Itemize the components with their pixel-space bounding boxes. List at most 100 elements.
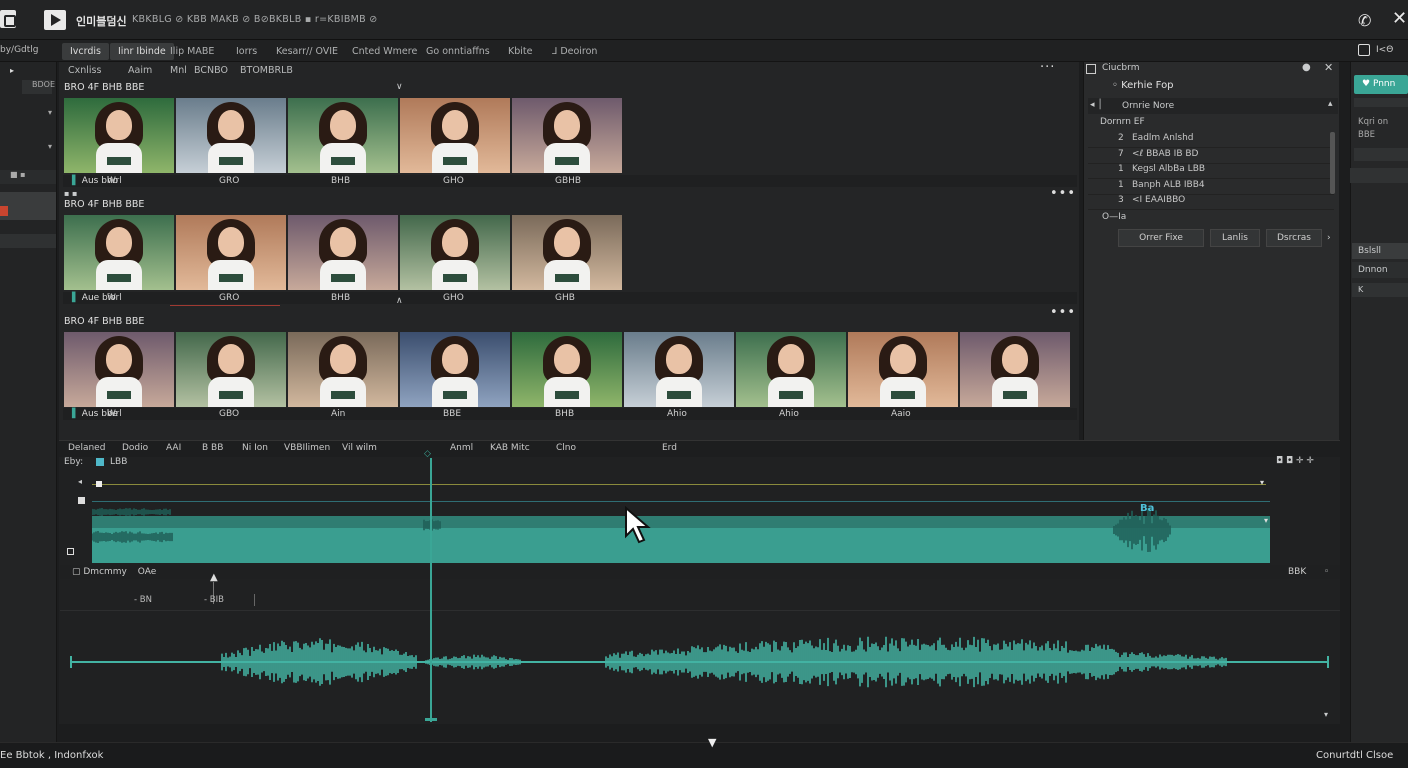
track-arrow-icon[interactable]: ◂ — [78, 477, 82, 486]
sidebar-dropdown[interactable]: BDOE — [22, 80, 55, 94]
tab-4[interactable]: Kesarr// OVIE — [268, 43, 346, 60]
chevron-left-icon[interactable]: ◂ │ — [1090, 100, 1103, 110]
video-thumbnail[interactable] — [288, 98, 398, 173]
thumbnail-caption: GHO — [443, 293, 464, 303]
chevron-down-icon[interactable]: ▾ — [0, 142, 56, 156]
track-square-icon[interactable] — [78, 497, 85, 504]
tab-6[interactable]: Go onntiaffns — [418, 43, 498, 60]
video-thumbnail[interactable] — [64, 332, 174, 407]
video-thumbnail[interactable] — [176, 215, 286, 290]
video-thumbnail[interactable] — [176, 98, 286, 173]
subtab-4[interactable]: BTOMBRLB — [240, 65, 293, 76]
zoom-icon[interactable]: ◦ — [1324, 567, 1329, 577]
settings-icon[interactable]: ● — [1302, 62, 1311, 73]
strip-label: BRO 4F BHB BBE — [64, 199, 145, 210]
labels-button[interactable]: Lanlis — [1210, 229, 1260, 247]
video-thumbnail[interactable] — [288, 332, 398, 407]
close-icon[interactable]: ✕ — [1392, 8, 1407, 29]
tab-0[interactable]: Ivcrdis — [62, 43, 110, 60]
timeline-tool-2[interactable]: AAI — [166, 443, 181, 453]
track-color-icon[interactable] — [96, 458, 104, 466]
expand-icon[interactable]: ▸ — [0, 66, 56, 80]
video-thumbnail[interactable] — [512, 215, 622, 290]
sidebar-item[interactable]: ■ ▪ — [0, 170, 56, 184]
video-thumbnail[interactable] — [736, 332, 846, 407]
subtab-2[interactable]: Mnl — [170, 65, 187, 76]
tab-2[interactable]: Ilip MABE — [162, 43, 222, 60]
timeline-tool-10[interactable]: Erd — [662, 443, 677, 453]
zoom-label: BBK — [1288, 567, 1307, 577]
timeline-tool-4[interactable]: Ni Ion — [242, 443, 268, 453]
more-options-icon[interactable]: ••• — [1050, 305, 1076, 320]
tab-5[interactable]: Cnted Wmere — [344, 43, 425, 60]
keyframe[interactable] — [96, 481, 102, 487]
far-right-field[interactable] — [1350, 168, 1408, 183]
far-right-text: Kqri on — [1358, 117, 1389, 127]
property-row[interactable]: 7 <ℓ BBAB IB BD — [1088, 149, 1334, 164]
property-row[interactable]: 1 Banph ALB IBB4 — [1088, 180, 1334, 195]
chevron-down-icon[interactable]: ∨ — [396, 82, 403, 92]
property-row[interactable]: 1 Kegsl AlbBa LBB — [1088, 164, 1334, 179]
phone-icon[interactable]: ✆ — [1358, 11, 1371, 30]
video-thumbnail[interactable] — [176, 332, 286, 407]
video-thumbnail[interactable] — [624, 332, 734, 407]
far-right-field[interactable] — [1354, 148, 1408, 161]
menu-bar[interactable]: KBKBLG ⊘ KBB MAKB ⊘ B⊘BKBLB ▪ r=KBIBMB ⊘ — [132, 14, 378, 25]
chevron-up-icon[interactable]: ∧ — [396, 296, 403, 306]
timeline-tool-7[interactable]: Anml — [450, 443, 473, 453]
far-right-button[interactable]: Dnnon — [1352, 262, 1408, 278]
marker-label: Ba — [1140, 503, 1155, 514]
thumbnail-caption: BBE — [443, 409, 462, 419]
sidebar-item-active[interactable] — [0, 206, 56, 220]
sidebar-item[interactable] — [0, 234, 56, 248]
order-file-button[interactable]: Orrer Fixe — [1118, 229, 1204, 247]
scrollbar[interactable] — [1330, 132, 1335, 194]
property-row[interactable]: 3 <I EAAIBBO — [1088, 195, 1334, 210]
property-row[interactable]: 2 Eadlm Anlshd — [1088, 133, 1334, 148]
timeline-tool-5[interactable]: VBBIlimen — [284, 443, 330, 453]
collapse-icon[interactable]: ▼ — [708, 736, 716, 749]
tab-8[interactable]: ⅃ Deoiron — [544, 43, 605, 60]
play-button[interactable] — [44, 10, 66, 30]
video-thumbnail[interactable] — [400, 332, 510, 407]
more-options-icon[interactable]: ••• — [1050, 186, 1076, 201]
chevron-down-icon[interactable]: ▾ — [1260, 478, 1264, 487]
timeline-tool-6[interactable]: Vil wilm — [342, 443, 377, 453]
chevron-down-icon[interactable]: ▾ — [1324, 710, 1328, 719]
timeline-tool-0[interactable]: Delaned — [68, 443, 105, 453]
close-icon[interactable]: ✕ — [1324, 61, 1333, 74]
timeline-tool-9[interactable]: Clno — [556, 443, 576, 453]
far-right-field[interactable]: K — [1352, 283, 1408, 297]
accent-button[interactable]: ♥ Pnnn — [1354, 75, 1408, 94]
subtab-1[interactable]: Aaim — [128, 65, 152, 76]
chevron-down-icon[interactable]: ▾ — [0, 108, 56, 122]
tab-7[interactable]: Kbite — [500, 43, 540, 60]
more-options-icon[interactable]: ··· — [1040, 60, 1055, 75]
subtab-0[interactable]: Cxnliss — [68, 65, 101, 76]
window-icon[interactable] — [1358, 44, 1370, 56]
subtab-3[interactable]: BCNBO — [194, 65, 228, 76]
timeline-controls[interactable]: ◘ ◘ ✛ ✛ — [1276, 456, 1314, 466]
chevron-down-icon[interactable]: ▾ — [1264, 516, 1268, 525]
video-thumbnail[interactable] — [64, 98, 174, 173]
video-thumbnail[interactable] — [512, 98, 622, 173]
progress-line — [170, 305, 280, 306]
timeline-tool-3[interactable]: B BB — [202, 443, 223, 453]
video-thumbnail[interactable] — [400, 98, 510, 173]
sidebar-item[interactable] — [0, 192, 56, 206]
video-thumbnail[interactable] — [288, 215, 398, 290]
video-thumbnail[interactable] — [64, 215, 174, 290]
chevron-up-icon[interactable]: ▴ — [1328, 99, 1333, 109]
discard-button[interactable]: Dsrcras — [1266, 229, 1322, 247]
track-square-icon[interactable] — [67, 548, 74, 555]
video-thumbnail[interactable] — [400, 215, 510, 290]
playhead[interactable] — [430, 458, 432, 722]
video-thumbnail[interactable] — [960, 332, 1070, 407]
chevron-right-icon[interactable]: › — [1327, 233, 1331, 243]
timeline-tool-8[interactable]: KAB Mitc — [490, 443, 530, 453]
video-thumbnail[interactable] — [512, 332, 622, 407]
far-right-button[interactable]: Bslsll — [1352, 243, 1408, 259]
timeline-tool-1[interactable]: Dodio — [122, 443, 148, 453]
tab-3[interactable]: Iorrs — [228, 43, 265, 60]
video-thumbnail[interactable] — [848, 332, 958, 407]
